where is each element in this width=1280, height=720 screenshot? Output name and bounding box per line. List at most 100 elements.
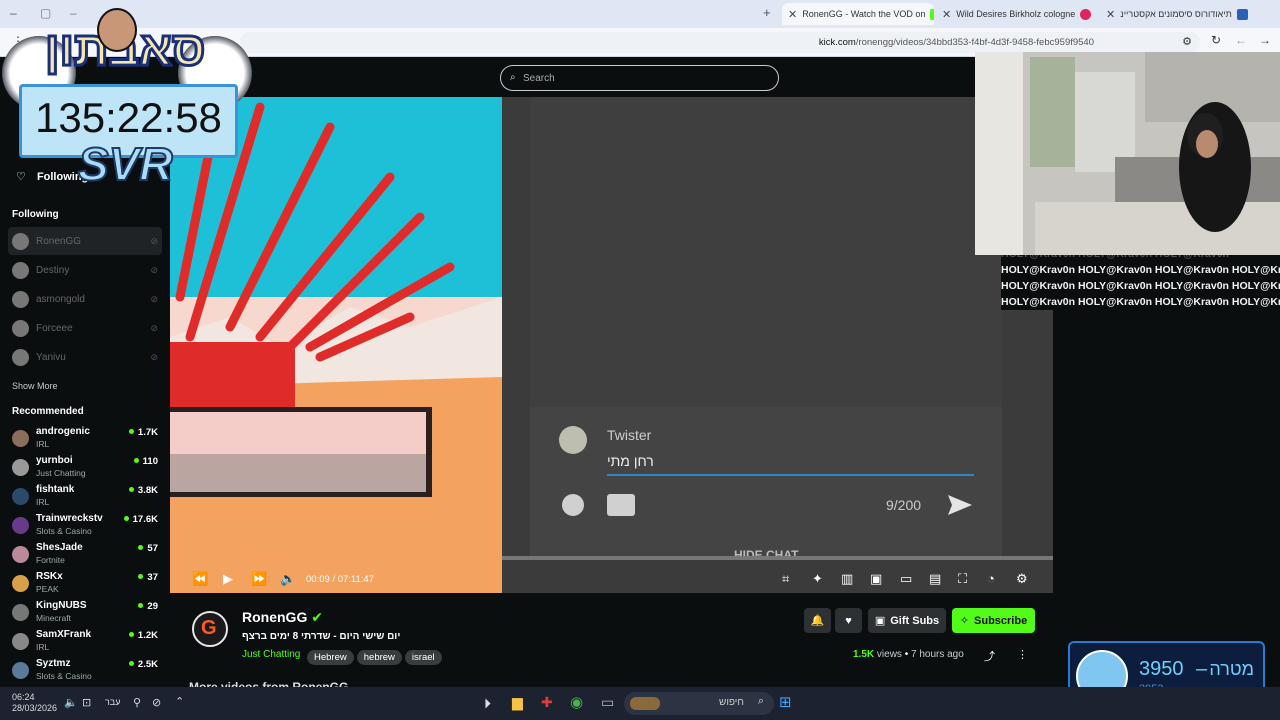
- following-item[interactable]: Yanivu ⊘: [8, 343, 162, 371]
- recommended-item[interactable]: RSKx PEAK 37: [8, 570, 162, 598]
- channel-category: Minecraft: [36, 613, 71, 623]
- chat-avatar: [559, 426, 587, 454]
- close-tab-icon[interactable]: ✕: [788, 8, 797, 21]
- channel-name[interactable]: RonenGG ✔: [242, 609, 323, 626]
- progress-track[interactable]: [502, 556, 1053, 560]
- volume-icon[interactable]: 🔈: [280, 571, 296, 587]
- tag[interactable]: hebrew: [356, 650, 402, 665]
- clock[interactable]: 06:24 28/03/2026: [12, 692, 57, 714]
- tag[interactable]: israel: [404, 650, 442, 665]
- viewer-count: 1.7K: [129, 427, 158, 438]
- recommended-item[interactable]: androgenic IRL 1.7K: [8, 425, 162, 453]
- rewind-icon[interactable]: ⏪: [192, 571, 208, 587]
- tab-hebrew-article[interactable]: ✕ תיאודורוס סיסמונים אקסטריינ: [1100, 3, 1250, 25]
- recommended-item[interactable]: ShesJade Fortnite 57: [8, 541, 162, 569]
- channel-name: ShesJade: [36, 542, 83, 553]
- fast-forward-icon[interactable]: ⏩: [251, 571, 267, 587]
- category-link[interactable]: Just Chatting: [242, 649, 300, 660]
- tab-ronengg[interactable]: ✕ RonenGG - Watch the VOD on: [782, 3, 934, 25]
- viewer-count: 2.5K: [129, 659, 158, 670]
- restore-icon[interactable]: ▢: [40, 6, 51, 20]
- app-red-icon[interactable]: ✚: [541, 694, 553, 711]
- recommended-item[interactable]: KingNUBS Minecraft 29: [8, 599, 162, 627]
- stream-title: יום שישי היום - שדרתי 8 ימים ברצף: [242, 631, 401, 642]
- theater-icon[interactable]: ▭: [900, 571, 912, 587]
- channel-avatar[interactable]: G: [192, 611, 228, 647]
- video-player[interactable]: Twister רחן מתי 9/200 HIDE CHAT: [170, 97, 1053, 593]
- tag[interactable]: Hebrew: [307, 650, 354, 665]
- back-icon[interactable]: →: [1259, 33, 1271, 47]
- more-options-icon[interactable]: ⋮: [1017, 648, 1028, 661]
- search-input[interactable]: ⌕ Search: [500, 65, 779, 91]
- following-item[interactable]: Forceee ⊘: [8, 314, 162, 342]
- viewer-count: 17.6K: [124, 514, 158, 525]
- file-explorer-icon[interactable]: ▆: [512, 694, 523, 711]
- recommended-item[interactable]: Syztmz Slots & Casino 2.5K: [8, 657, 162, 685]
- following-item[interactable]: asmongold ⊘: [8, 285, 162, 313]
- recommended-heading: Recommended: [12, 406, 84, 417]
- clip-icon[interactable]: ⌗: [782, 571, 789, 587]
- chat-input-text[interactable]: רחן מתי: [607, 453, 654, 469]
- viewer-count: 110: [134, 456, 158, 467]
- search-icon: ⌕: [510, 72, 516, 83]
- forward-icon[interactable]: ←: [1235, 33, 1247, 47]
- minimize-icon[interactable]: –: [10, 6, 17, 20]
- bell-button[interactable]: 🔔: [804, 608, 831, 633]
- channel-name: RSKx: [36, 571, 63, 582]
- channel-category: Just Chatting: [36, 468, 86, 478]
- stats-icon[interactable]: ▥: [841, 571, 853, 587]
- avatar: [12, 291, 29, 308]
- new-tab-icon[interactable]: +: [763, 5, 771, 20]
- reload-icon[interactable]: ↻: [1211, 33, 1221, 47]
- close-window-icon[interactable]: –: [70, 6, 77, 20]
- tune-icon[interactable]: ⚙: [1182, 35, 1192, 48]
- speed-icon[interactable]: ◔: [987, 571, 995, 586]
- following-heading: Following: [12, 209, 59, 220]
- mic-icon[interactable]: ⚲: [133, 696, 141, 709]
- avatar: [12, 633, 29, 650]
- speaker-icon[interactable]: 🔈: [64, 696, 78, 709]
- language-indicator[interactable]: עבר: [105, 697, 120, 707]
- offline-icon: ⊘: [150, 294, 158, 304]
- heart-icon: ♥: [845, 614, 852, 627]
- wifi-off-icon[interactable]: ⊘: [152, 696, 161, 709]
- subathon-timer: 135:22:58: [35, 94, 222, 141]
- pip-icon[interactable]: ▣: [870, 571, 882, 587]
- settings-gear-icon[interactable]: ⚙: [1016, 571, 1028, 587]
- close-tab-icon[interactable]: ✕: [942, 8, 951, 21]
- network-icon[interactable]: ⊡: [82, 696, 91, 709]
- follow-heart-button[interactable]: ♥: [835, 608, 862, 633]
- taskbar-search[interactable]: חיפוש ⌕: [624, 692, 774, 715]
- following-name: Yanivu: [36, 352, 66, 363]
- subscribe-button[interactable]: ✧ Subscribe: [952, 608, 1035, 633]
- share-icon[interactable]: ⤴: [984, 648, 995, 664]
- tray-chevron-icon[interactable]: ⌃: [175, 695, 184, 708]
- following-name: Forceee: [36, 323, 73, 334]
- task-view-icon[interactable]: ▭: [601, 694, 614, 711]
- following-item[interactable]: Destiny ⊘: [8, 256, 162, 284]
- channel-category: IRL: [36, 439, 50, 449]
- chat-toggle-icon[interactable]: ▤: [929, 571, 941, 587]
- close-tab-icon[interactable]: ✕: [1106, 8, 1115, 21]
- recommended-item[interactable]: SamXFrank IRL 1.2K: [8, 628, 162, 656]
- media-app-icon[interactable]: ⏵: [484, 695, 491, 712]
- following-item[interactable]: RonenGG ⊘: [8, 227, 162, 255]
- gift-subs-button[interactable]: ▣ Gift Subs: [868, 608, 946, 633]
- address-bar[interactable]: kick.com/ronengg/videos/34bbd353-f4bf-4d…: [240, 32, 1200, 53]
- tab-wild-desires[interactable]: ✕ Wild Desires Birkholz cologne: [936, 3, 1096, 25]
- recommended-item[interactable]: fishtank IRL 3.8K: [8, 483, 162, 511]
- recommended-item[interactable]: Trainwreckstv Slots & Casino 17.6K: [8, 512, 162, 540]
- show-more-link[interactable]: Show More: [12, 381, 58, 391]
- avatar: [12, 430, 29, 447]
- channel-name: fishtank: [36, 484, 75, 495]
- mascot-icon: [97, 8, 137, 52]
- avatar: [12, 349, 29, 366]
- sparkle-icon[interactable]: ✦: [812, 571, 823, 587]
- avatar: [12, 488, 29, 505]
- play-icon[interactable]: ▶: [223, 571, 233, 587]
- recommended-item[interactable]: yurnboi Just Chatting 110: [8, 454, 162, 482]
- fullscreen-icon[interactable]: ⛶: [958, 571, 967, 587]
- chrome-icon[interactable]: ◉: [570, 693, 583, 711]
- svr-label: SVR: [77, 137, 174, 191]
- windows-start-icon[interactable]: ⊞: [779, 693, 792, 711]
